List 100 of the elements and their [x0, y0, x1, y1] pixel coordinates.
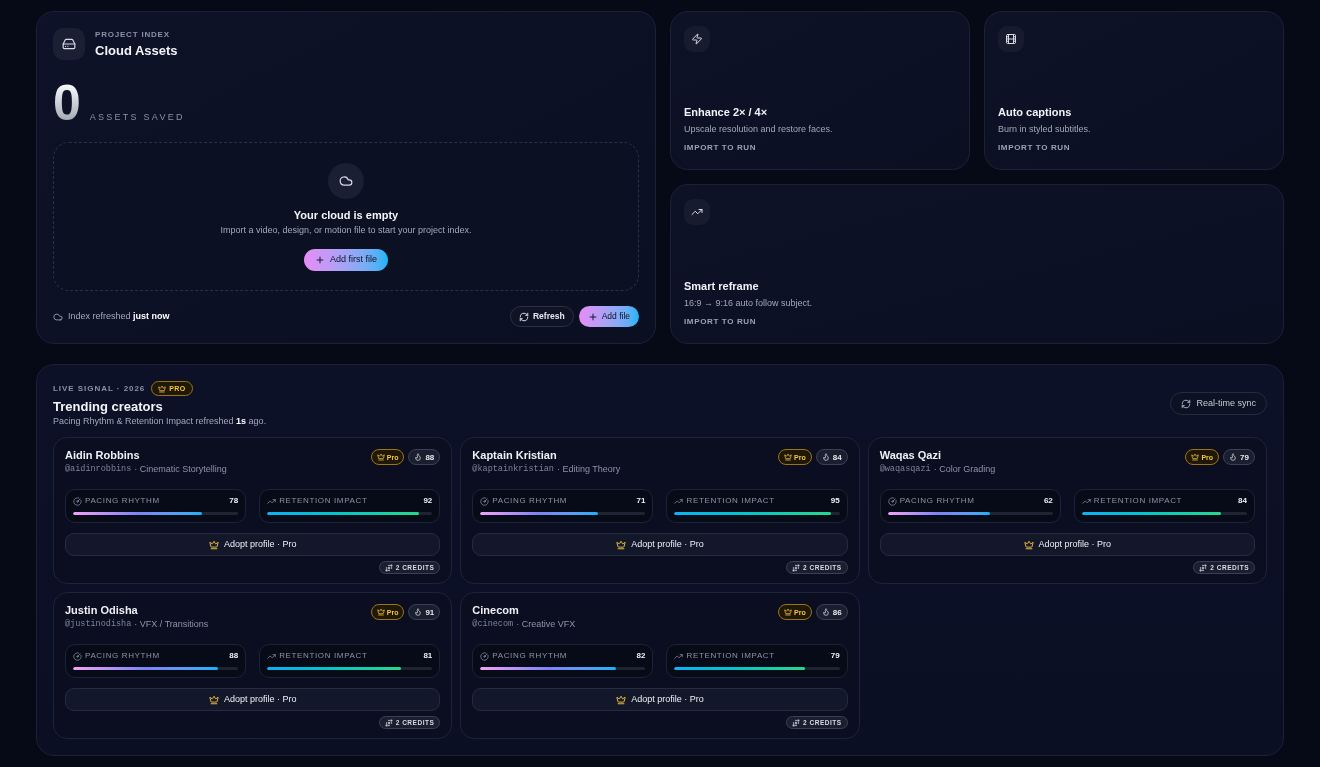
film-icon [998, 26, 1024, 52]
tool-action: IMPORT TO RUN [998, 143, 1072, 153]
plus-icon [315, 254, 325, 265]
creator-name: Kaptain Kristian [472, 448, 558, 462]
metric-label: PACING RHYTHM [492, 651, 568, 661]
creator-handle: @justinodisha [65, 619, 132, 630]
creator-name: Justin Odisha [65, 603, 139, 617]
tool-description: Upscale resolution and restore faces. [684, 123, 834, 135]
trend-up-icon [674, 651, 684, 661]
tool-card[interactable]: Auto captions Burn in styled subtitles. IMPORT TO RUN [984, 11, 1284, 170]
creator-specialty: · VFX / Transitions [134, 619, 209, 630]
score-label: 88 [425, 452, 435, 462]
tool-title: Auto captions [998, 105, 1073, 119]
metric-value: 88 [229, 651, 239, 661]
tool-action: IMPORT TO RUN [684, 143, 758, 153]
metric-value: 71 [636, 496, 646, 506]
crown-icon [208, 694, 219, 705]
creator-specialty: · Color Grading [933, 464, 996, 475]
crown-icon [1023, 539, 1034, 550]
creator-name: Aidin Robbins [65, 448, 141, 462]
score-label: 86 [832, 607, 842, 617]
gauge-icon [480, 496, 490, 506]
dots-icon [1199, 563, 1208, 572]
hard-drive-icon [53, 28, 85, 60]
metric-label: RETENTION IMPACT [279, 496, 368, 506]
trend-up-icon [267, 651, 277, 661]
score-label: 79 [1240, 452, 1249, 462]
adopt-profile-button[interactable]: Adopt profile · Pro [472, 688, 848, 711]
creator-name: Cinecom [472, 603, 520, 617]
crown-icon [376, 453, 385, 461]
trend-up-icon [684, 199, 710, 225]
creator-handle: @kaptainkristian [472, 464, 554, 475]
metric-value: 82 [636, 651, 646, 661]
creator-specialty: · Editing Theory [556, 464, 621, 475]
cloud-icon [53, 311, 63, 322]
gauge-icon [887, 496, 897, 506]
count-label: ASSETS SAVED [89, 112, 185, 123]
crown-icon [208, 539, 219, 550]
metric-label: RETENTION IMPACT [279, 651, 368, 661]
add-first-file-button[interactable]: Add first file [304, 248, 388, 271]
plus-icon [587, 311, 598, 322]
gauge-icon [480, 651, 490, 661]
card-eyebrow: PROJECT INDEX [95, 29, 171, 40]
gauge-icon [73, 651, 82, 661]
flame-icon [414, 608, 423, 616]
tool-action: IMPORT TO RUN [684, 317, 758, 327]
lightning-icon [684, 26, 710, 52]
metric-value: 92 [423, 496, 433, 506]
empty-text: Import a video, design, or motion file to start your project index. [220, 223, 472, 236]
card-title: Cloud Assets [95, 42, 178, 59]
crown-icon [784, 608, 793, 616]
trend-up-icon [674, 496, 684, 506]
refresh-icon [519, 311, 529, 322]
creator-specialty: · Cinematic Storytelling [134, 464, 227, 475]
dots-icon [792, 563, 800, 572]
creator-handle: @aidinrobbins [65, 464, 132, 475]
adopt-profile-button[interactable]: Adopt profile · Pro [65, 533, 441, 556]
metric-value: 84 [1238, 496, 1247, 506]
tool-card[interactable]: Enhance 2× / 4× Upscale resolution and restore faces. IMPORT TO RUN [670, 11, 970, 170]
tool-title: Smart reframe [684, 279, 760, 293]
crown-icon [784, 453, 793, 461]
metric-label: RETENTION IMPACT [1093, 496, 1183, 506]
score-label: 91 [425, 607, 435, 617]
creator-handle: @cinecom [472, 619, 514, 630]
tool-description: 16:9 → 9:16 auto follow subject. [684, 297, 814, 309]
trend-up-icon [267, 496, 277, 506]
flame-icon [1229, 453, 1238, 461]
crown-icon [616, 694, 627, 705]
tool-card[interactable]: Smart reframe 16:9 → 9:16 auto follow subject. IMPORT TO RUN [670, 184, 1284, 344]
sync-button[interactable]: Real-time sync [1170, 392, 1267, 415]
refresh-button[interactable]: Refresh [510, 306, 574, 327]
tool-description: Burn in styled subtitles. [998, 123, 1092, 135]
adopt-profile-button[interactable]: Adopt profile · Pro [879, 533, 1255, 556]
metric-label: RETENTION IMPACT [686, 651, 775, 661]
flame-icon [821, 453, 830, 461]
add-file-button[interactable]: Add file [578, 306, 639, 327]
adopt-profile-button[interactable]: Adopt profile · Pro [65, 688, 441, 711]
creator-name: Waqas Qazi [879, 448, 942, 462]
section-title: Trending creators [53, 399, 164, 415]
metric-value: 62 [1043, 496, 1053, 506]
crown-icon [616, 539, 627, 550]
metric-label: PACING RHYTHM [85, 651, 160, 661]
metric-value: 78 [229, 496, 239, 506]
metric-label: PACING RHYTHM [899, 496, 975, 506]
tool-title: Enhance 2× / 4× [684, 105, 769, 119]
trend-up-icon [1081, 496, 1091, 506]
crown-icon [376, 608, 385, 616]
creator-handle: @waqasqazi [879, 464, 931, 475]
section-subtitle: Pacing Rhythm & Retention Impact refreshed 1s ago. [53, 415, 267, 427]
metric-value: 95 [830, 496, 840, 506]
refresh-icon [1181, 398, 1192, 409]
crown-icon [158, 384, 167, 393]
dots-icon [792, 718, 800, 727]
dots-icon [384, 563, 393, 572]
dots-icon [384, 718, 393, 727]
flame-icon [821, 608, 830, 616]
metric-label: PACING RHYTHM [85, 496, 160, 506]
adopt-profile-button[interactable]: Adopt profile · Pro [472, 533, 848, 556]
metric-value: 81 [423, 651, 433, 661]
section-eyebrow: LIVE SIGNAL · 2026 [53, 383, 146, 394]
